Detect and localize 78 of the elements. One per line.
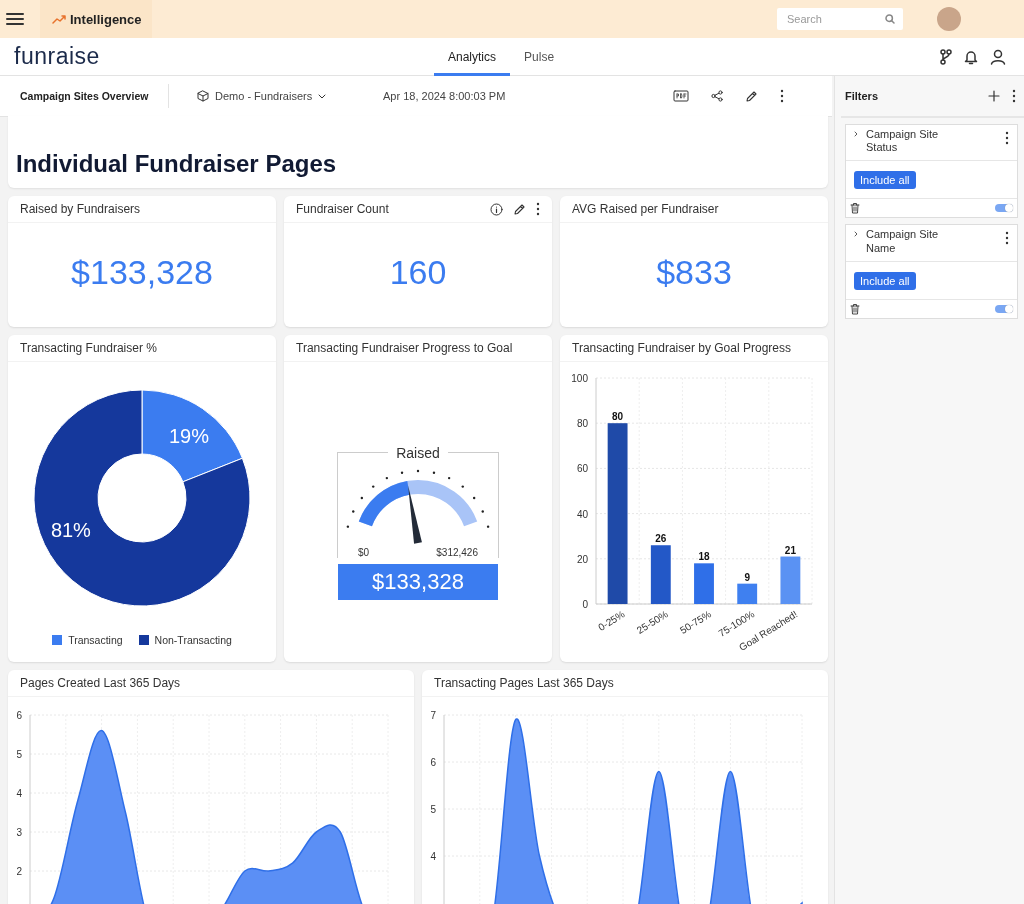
card-title: Transacting Fundraiser by Goal Progress — [572, 341, 791, 355]
card-title: Fundraiser Count — [296, 202, 389, 216]
bell-icon[interactable] — [964, 48, 978, 65]
more-icon[interactable] — [1005, 231, 1009, 246]
info-icon[interactable] — [490, 202, 503, 216]
user-icon[interactable] — [990, 48, 1006, 65]
gauge-needle — [408, 485, 422, 544]
y-tick: 80 — [576, 418, 588, 430]
gauge-min: $0 — [358, 547, 370, 558]
dashboard-name: Campaign Sites Overview — [20, 84, 169, 108]
y-tick: 3 — [16, 827, 22, 838]
trash-icon[interactable] — [850, 302, 860, 315]
filter-name: Campaign Site Name — [866, 228, 940, 255]
chevron-right-icon[interactable] — [854, 231, 858, 238]
filter-name: Campaign Site Status — [866, 128, 940, 155]
toggle[interactable] — [995, 204, 1013, 213]
y-tick: 6 — [430, 757, 436, 768]
trash-icon[interactable] — [850, 202, 860, 215]
card-title: Transacting Pages Last 365 Days — [434, 676, 614, 690]
more-icon[interactable] — [1005, 131, 1009, 145]
y-tick: 5 — [430, 804, 436, 815]
y-tick: 7 — [430, 710, 436, 721]
page-title: Individual Fundraiser Pages — [16, 150, 337, 178]
y-tick: 2 — [16, 866, 22, 877]
plus-icon[interactable] — [988, 90, 1000, 102]
menu-icon[interactable] — [6, 12, 24, 26]
y-tick: 6 — [16, 710, 22, 721]
bar-value-label: 80 — [611, 411, 623, 423]
datasource-dropdown[interactable]: Demo - Fundraisers — [215, 90, 313, 102]
search-field[interactable]: Search — [777, 8, 903, 30]
y-tick: 4 — [16, 788, 22, 799]
more-icon[interactable] — [780, 89, 784, 103]
slice-label: 81% — [50, 519, 91, 542]
y-tick: 60 — [576, 463, 588, 475]
app-title: Intelligence — [70, 11, 142, 27]
timestamp: Apr 18, 2024 8:00:03 PM — [383, 90, 506, 102]
gauge-value: $133,328 — [338, 564, 498, 600]
cube-icon — [197, 90, 209, 102]
card-title: Raised by Fundraisers — [20, 202, 141, 216]
kpi-value: $133,328 — [70, 251, 214, 293]
bar-value-label: 26 — [654, 533, 666, 545]
search-icon — [885, 14, 895, 24]
bar-value-label: 18 — [697, 551, 710, 563]
y-tick: 4 — [430, 851, 436, 862]
include-all-button[interactable]: Include all — [854, 271, 916, 290]
chevron-right-icon[interactable] — [854, 131, 858, 137]
tab[interactable]: Pulse — [510, 37, 569, 76]
card-title: AVG Raised per Fundraiser — [572, 202, 719, 216]
include-all-button[interactable]: Include all — [854, 171, 916, 190]
more-icon[interactable] — [536, 202, 540, 216]
legend-label: Non-Transacting — [154, 634, 232, 646]
chevron-down-icon — [318, 93, 327, 99]
card-title: Transacting Fundraiser Progress to Goal — [296, 341, 513, 355]
legend-label: Transacting — [68, 634, 123, 646]
share-icon[interactable] — [711, 90, 723, 102]
pencil-icon[interactable] — [745, 89, 758, 103]
y-tick: 100 — [570, 373, 588, 384]
y-tick: 40 — [576, 508, 588, 520]
y-tick: 20 — [576, 553, 588, 565]
kpi-value: $833 — [655, 251, 733, 293]
slice-label: 19% — [169, 424, 210, 447]
panel-title: Filters — [845, 90, 878, 102]
bar-value-label: 21 — [784, 544, 796, 556]
pdf-icon[interactable] — [673, 90, 689, 102]
card-title: Transacting Fundraiser % — [20, 341, 157, 355]
gauge-max: $312,426 — [436, 547, 478, 558]
gauge-label: Raised — [388, 445, 448, 461]
pencil-icon[interactable] — [513, 202, 526, 216]
y-tick: 0 — [581, 599, 588, 610]
kpi-value: 160 — [388, 251, 448, 293]
trend-up-icon — [52, 14, 66, 24]
bar-value-label: 9 — [743, 571, 750, 583]
logo: funraise — [14, 43, 101, 70]
card-title: Pages Created Last 365 Days — [20, 676, 181, 690]
branch-icon[interactable] — [940, 48, 952, 65]
more-icon[interactable] — [1012, 89, 1016, 103]
toggle[interactable] — [995, 304, 1013, 313]
y-tick: 5 — [16, 749, 22, 760]
